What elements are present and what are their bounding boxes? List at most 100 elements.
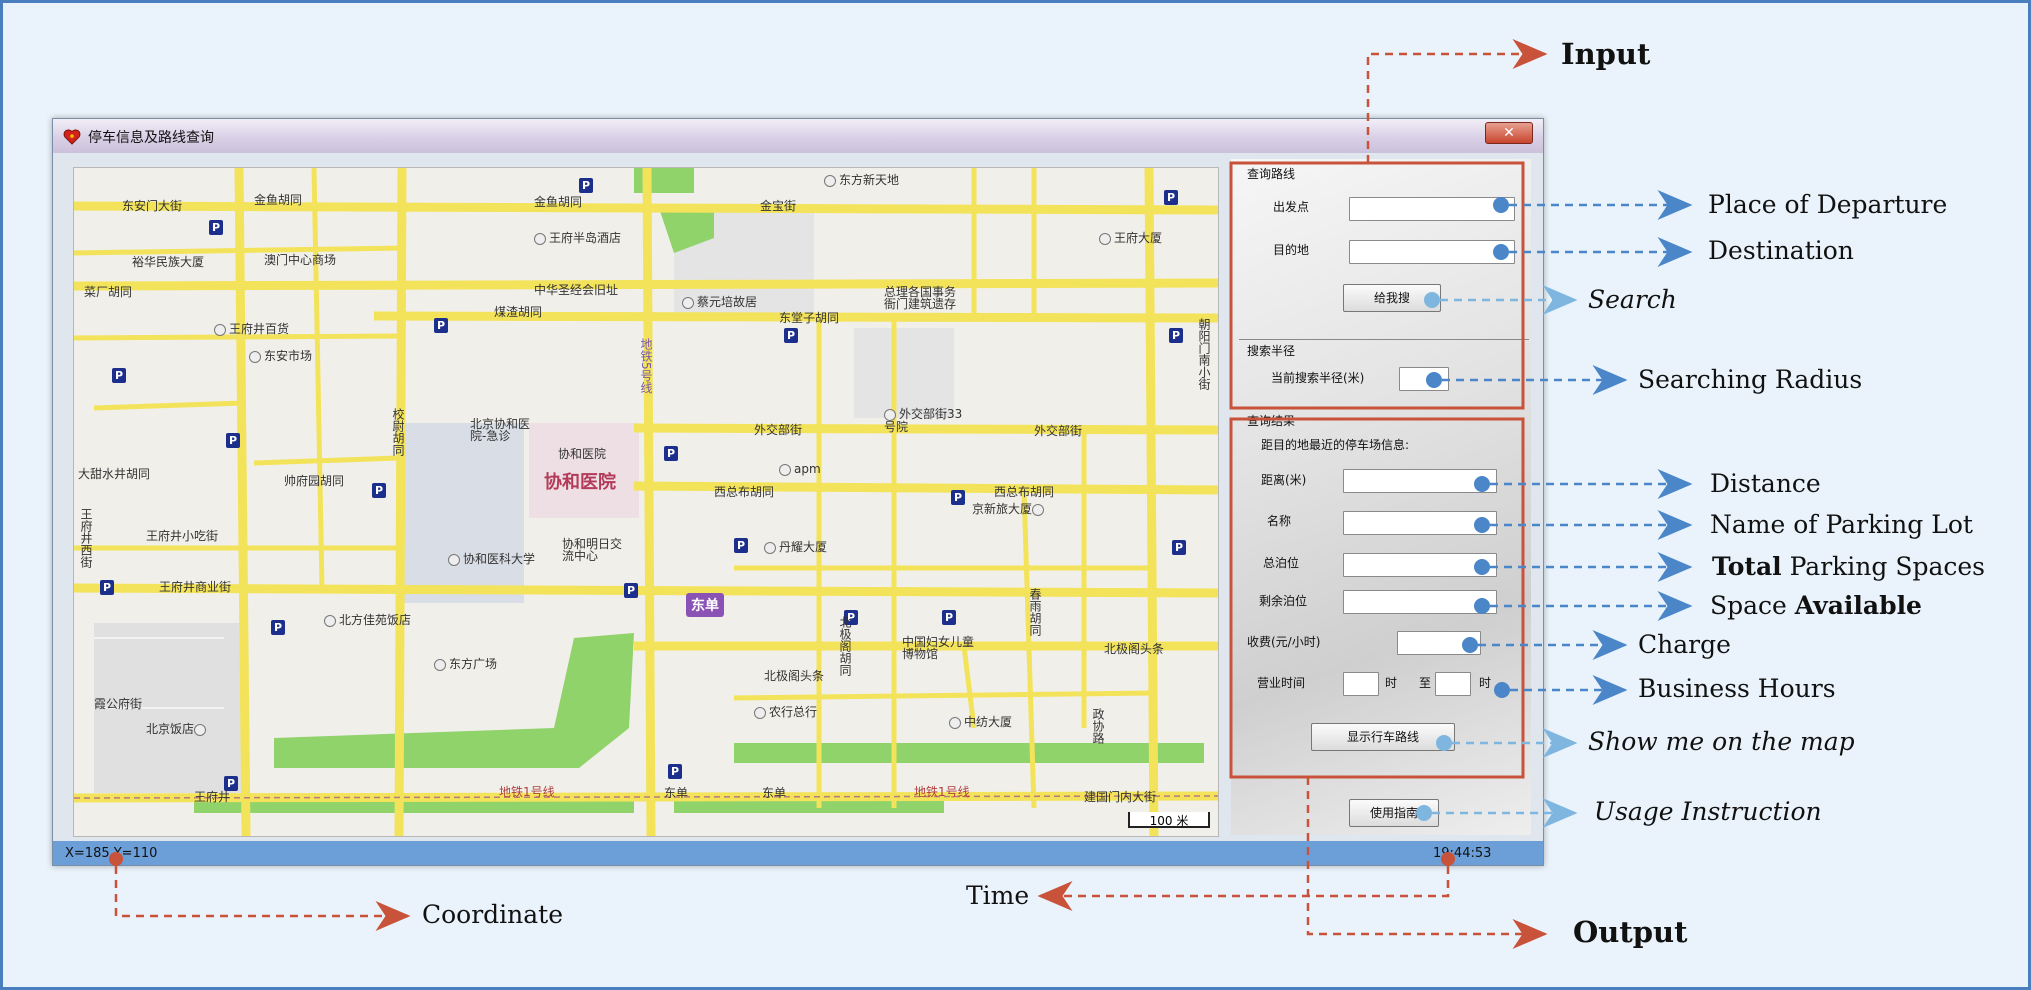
map-label: 西总布胡同 — [714, 485, 775, 499]
remaining-spaces-label: 剩余泊位 — [1259, 594, 1308, 608]
time-readout: 19:44:53 — [1433, 846, 1492, 861]
poi-icon — [764, 541, 776, 554]
map-label: 中国妇女儿童博物馆 — [902, 635, 975, 661]
map-label: 外交部街 — [754, 423, 803, 437]
parking-marker[interactable]: P — [1169, 328, 1183, 343]
parking-marker[interactable]: P — [434, 318, 448, 333]
map-label: 裕华民族大厦 — [132, 255, 205, 269]
map-label: 协和医科大学 — [448, 553, 535, 566]
map-view[interactable]: P P P P P P P P P P P P P P P P P P P P … — [73, 167, 1219, 837]
map-label: 协和医院 — [558, 447, 607, 461]
map-label: 蔡元培故居 — [682, 296, 757, 309]
parking-marker[interactable]: P — [664, 446, 678, 461]
destination-input[interactable] — [1349, 240, 1515, 264]
distance-field[interactable] — [1343, 469, 1497, 493]
map-label: 农行总行 — [754, 706, 817, 719]
parking-marker[interactable]: P — [942, 610, 956, 625]
map-label: 建国门内大街 — [1084, 790, 1157, 804]
parking-marker[interactable]: P — [624, 583, 638, 598]
map-label: 东方新天地 — [824, 174, 899, 187]
map-label: 金鱼胡同 — [254, 193, 303, 207]
parking-marker[interactable]: P — [372, 483, 386, 498]
charge-field[interactable] — [1397, 631, 1481, 655]
map-label: 丹耀大厦 — [764, 541, 827, 554]
parking-marker[interactable]: P — [579, 178, 593, 193]
map-label: 外交部街 — [1034, 424, 1083, 438]
usage-guide-button[interactable]: 使用指南 — [1349, 799, 1439, 827]
map-label: 北极阁头条 — [764, 669, 825, 683]
poi-icon — [779, 463, 791, 476]
parking-marker[interactable]: P — [224, 776, 238, 791]
hospital-label: 协和医院 — [544, 472, 616, 493]
departure-label: 出发点 — [1273, 200, 1310, 214]
charge-label: 收费(元/小时) — [1247, 635, 1321, 649]
panel-divider — [1239, 339, 1529, 340]
poi-icon — [1032, 503, 1045, 516]
charge-annotation: Charge — [1638, 630, 1731, 659]
radius-label: 当前搜索半径(米) — [1271, 371, 1365, 385]
map-label: 外交部街33号院 — [884, 407, 963, 434]
destination-label: 目的地 — [1273, 243, 1310, 257]
parking-marker[interactable]: P — [112, 368, 126, 383]
total-spaces-field[interactable] — [1343, 553, 1497, 577]
poi-icon — [824, 174, 836, 187]
poi-icon — [1099, 232, 1111, 245]
poi-icon — [194, 723, 207, 736]
map-label: 王府井百货 — [214, 323, 289, 336]
map-label: 朝阳门南小街 — [1197, 318, 1211, 390]
poi-icon — [214, 323, 226, 336]
map-label: 东方广场 — [434, 658, 497, 671]
result-description: 距目的地最近的停车场信息: — [1261, 438, 1410, 452]
poi-icon — [534, 232, 546, 245]
map-label: 王府井小吃街 — [146, 529, 219, 543]
map-label: 中纺大厦 — [949, 716, 1012, 729]
close-button[interactable]: ✕ — [1485, 122, 1533, 144]
radius-annotation: Searching Radius — [1638, 365, 1863, 394]
parking-marker[interactable]: P — [784, 328, 798, 343]
parking-marker[interactable]: P — [271, 620, 285, 635]
map-label: 协和明日交流中心 — [562, 537, 623, 563]
parking-marker[interactable]: P — [951, 490, 965, 505]
map-label: 王府大厦 — [1099, 232, 1162, 245]
map-label: 大甜水井胡同 — [78, 467, 151, 481]
map-label: 北方佳苑饭店 — [324, 614, 411, 627]
map-label: 校尉胡同 — [391, 408, 405, 456]
time-annotation: Time — [966, 881, 1030, 910]
map-label: 北京协和医院-急诊 — [470, 417, 531, 443]
parking-name-field[interactable] — [1343, 511, 1497, 535]
map-label: 东安门大街 — [122, 199, 183, 213]
search-button[interactable]: 给我搜 — [1343, 284, 1441, 312]
parking-marker[interactable]: P — [1164, 190, 1178, 205]
map-label: 金鱼胡同 — [534, 195, 583, 209]
parking-marker[interactable]: P — [668, 764, 682, 779]
map-label: 菜厂胡同 — [84, 285, 133, 299]
parking-marker[interactable]: P — [734, 538, 748, 553]
distance-annotation: Distance — [1710, 469, 1821, 498]
departure-annotation: Place of Departure — [1708, 190, 1948, 219]
map-label: 总理各国事务衙门建筑遗存 — [884, 285, 957, 311]
name-label: 名称 — [1267, 514, 1292, 528]
show-route-button[interactable]: 显示行车路线 — [1311, 723, 1455, 751]
close-hour-field[interactable] — [1435, 672, 1471, 696]
business-hours-annotation: Business Hours — [1638, 674, 1836, 703]
parking-marker[interactable]: P — [1172, 540, 1186, 555]
hour-unit-label-2: 时 — [1479, 676, 1492, 690]
route-group-title: 查询路线 — [1247, 167, 1296, 181]
parking-marker[interactable]: P — [209, 220, 223, 235]
map-label: 东堂子胡同 — [779, 311, 840, 325]
poi-icon — [682, 296, 694, 309]
hour-unit-label: 时 — [1385, 676, 1398, 690]
title-bar[interactable]: 停车信息及路线查询 ✕ — [53, 119, 1543, 153]
radius-input[interactable] — [1399, 367, 1449, 391]
remaining-spaces-field[interactable] — [1343, 590, 1497, 614]
input-annotation: Input — [1561, 37, 1651, 71]
map-label: 地铁1号线 — [499, 785, 555, 799]
parking-marker[interactable]: P — [100, 580, 114, 595]
map-label: 王府井商业街 — [159, 580, 232, 594]
departure-input[interactable] — [1349, 197, 1515, 221]
map-label: 京新旅大厦 — [972, 503, 1047, 516]
parking-marker[interactable]: P — [226, 433, 240, 448]
business-hours-label: 营业时间 — [1257, 676, 1306, 690]
map-label: 北极阁胡同 — [838, 616, 852, 676]
open-hour-field[interactable] — [1343, 672, 1379, 696]
